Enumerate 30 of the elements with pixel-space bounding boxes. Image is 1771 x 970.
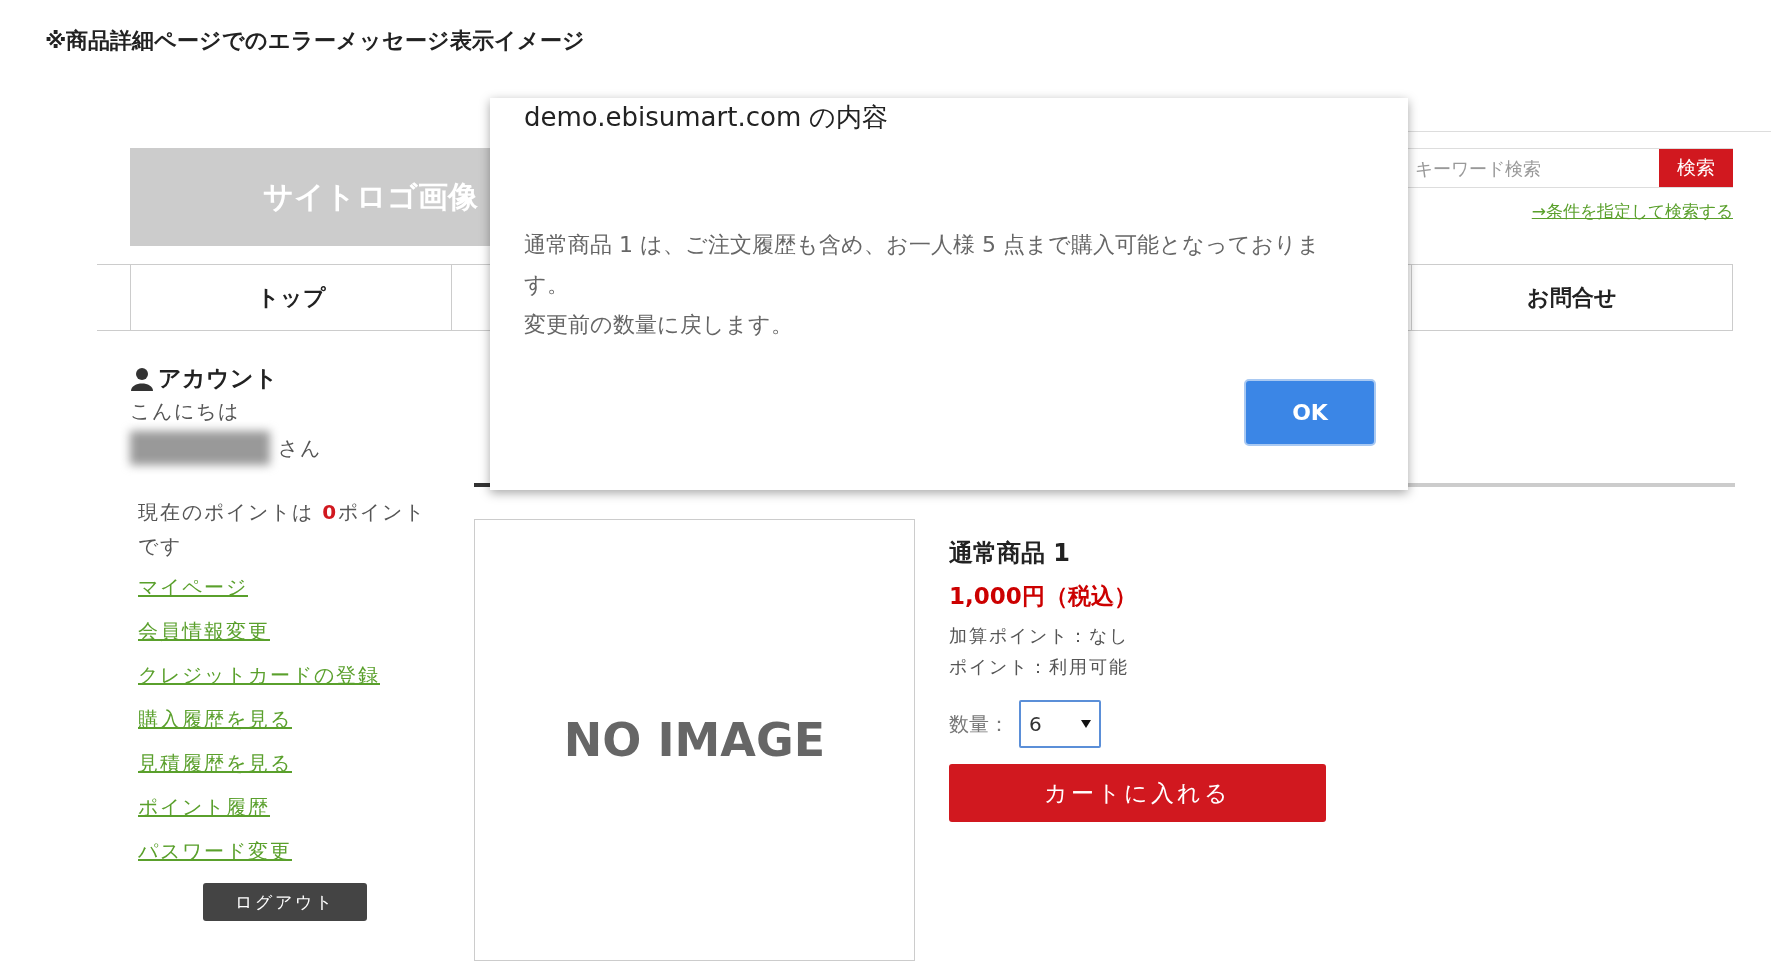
product-price: 1,000円（税込）	[949, 582, 1138, 611]
quantity-label: 数量：	[949, 710, 1009, 738]
account-link[interactable]: 購入履歴を見る	[138, 703, 292, 735]
account-link[interactable]: ポイント履歴	[138, 791, 270, 823]
caret-icon	[1081, 720, 1091, 728]
dialog-message: 変更前の数量に戻します。	[524, 311, 794, 339]
product-name: 通常商品 1	[949, 538, 1072, 569]
greeting-text: こんにちは	[130, 398, 241, 425]
add-to-cart-button[interactable]: カートに入れる	[949, 764, 1326, 822]
account-link[interactable]: クレジットカードの登録	[138, 659, 380, 691]
quantity-dropdown[interactable]: 6	[1019, 700, 1101, 748]
user-icon	[130, 366, 154, 391]
nav-item[interactable]: トップ	[130, 265, 452, 330]
no-image-text: NO IMAGE	[563, 713, 826, 767]
page-title: ※商品詳細ページでのエラーメッセージ表示イメージ	[45, 27, 586, 55]
points-text: 現在のポイントは 0ポイントです	[138, 499, 428, 560]
point-info: 加算ポイント：なし	[949, 624, 1130, 648]
ok-button[interactable]: OK	[1244, 379, 1376, 446]
name-suffix: さん	[278, 434, 322, 462]
advanced-search-link[interactable]: →条件を指定して検索する	[1531, 200, 1733, 223]
logout-button[interactable]: ログアウト	[203, 883, 367, 921]
account-heading: アカウント	[158, 364, 278, 393]
account-link[interactable]: パスワード変更	[138, 835, 292, 867]
account-link[interactable]: 会員情報変更	[138, 615, 270, 647]
account-link[interactable]: 見積履歴を見る	[138, 747, 292, 779]
search-button[interactable]: 検索	[1659, 149, 1733, 187]
point-info: ポイント：利用可能	[949, 655, 1130, 679]
dialog-title: demo.ebisumart.com の内容	[524, 101, 890, 134]
account-link[interactable]: マイページ	[138, 571, 248, 603]
nav-item[interactable]: お問合せ	[1411, 265, 1733, 330]
